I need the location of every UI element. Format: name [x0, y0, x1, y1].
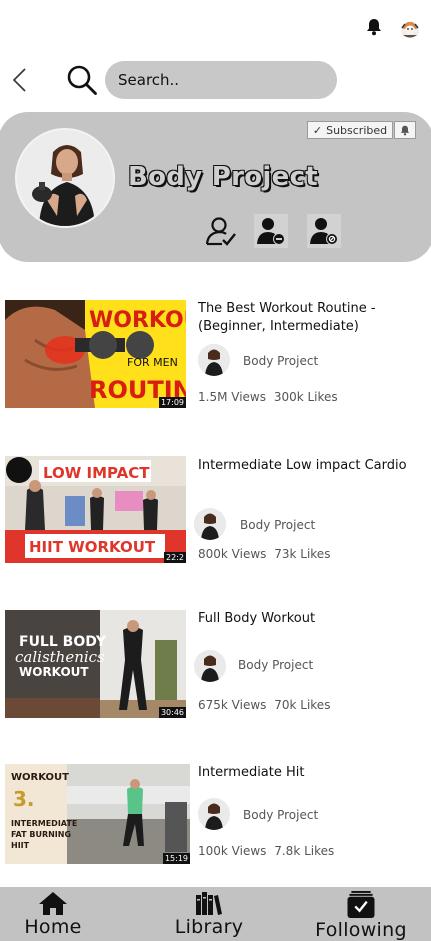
- video-title[interactable]: Intermediate Low impact Cardio: [198, 457, 423, 475]
- video-thumbnail[interactable]: LOW IMPACT HIIT WORKOUT 22:2: [5, 456, 186, 563]
- video-channel-name[interactable]: Body Project: [243, 808, 318, 822]
- thumbnail-text: calisthenics: [15, 648, 105, 666]
- bottom-navigation: Home Library Following: [0, 887, 431, 941]
- nav-following[interactable]: Following: [308, 887, 414, 941]
- channel-avatar-small[interactable]: [198, 798, 230, 830]
- channel-avatar-small[interactable]: [198, 344, 230, 376]
- video-duration: 15:19: [162, 853, 190, 864]
- video-title[interactable]: Intermediate Hit: [198, 764, 423, 782]
- thumbnail-text: WORKOUT: [19, 665, 89, 679]
- video-title[interactable]: Full Body Workout: [198, 610, 423, 628]
- nav-label: Following: [315, 919, 407, 941]
- video-likes: 300k Likes: [273, 390, 338, 404]
- video-channel-name[interactable]: Body Project: [240, 518, 315, 532]
- thumbnail-text: FAT BURNING: [11, 830, 71, 839]
- user-block-icon: [310, 218, 338, 245]
- thumbnail-text: WORKOUT: [89, 308, 186, 333]
- following-check-icon: [347, 891, 375, 918]
- nav-home[interactable]: Home: [18, 887, 88, 941]
- library-books-icon: [196, 892, 222, 915]
- channel-name: Body Project: [128, 162, 319, 192]
- notification-toggle-button[interactable]: [394, 121, 416, 139]
- thumbnail-text: HIIT WORKOUT: [29, 538, 156, 556]
- home-icon: [39, 892, 67, 915]
- block-user-button[interactable]: [307, 214, 341, 248]
- video-channel-name[interactable]: Body Project: [243, 354, 318, 368]
- bell-icon: [400, 125, 410, 135]
- top-bar: [0, 14, 431, 42]
- video-thumbnail[interactable]: WORKOUT FOR MEN ROUTINE 17:09: [5, 300, 186, 408]
- user-minus-icon: [257, 218, 285, 245]
- video-likes: 7.8k Likes: [274, 844, 335, 858]
- video-item[interactable]: FULL BODY calisthenics WORKOUT 30:46 Ful…: [0, 610, 431, 730]
- channel-avatar-small[interactable]: [194, 508, 226, 540]
- video-views: 675k Views: [198, 698, 267, 712]
- video-stats: 1.5M Views 300k Likes: [198, 390, 338, 404]
- thumbnail-text: HIIT: [11, 841, 30, 850]
- user-avatar[interactable]: [398, 14, 422, 40]
- video-duration: 22:2: [164, 552, 186, 563]
- search-input[interactable]: [105, 61, 337, 99]
- video-thumbnail[interactable]: FULL BODY calisthenics WORKOUT 30:46: [5, 610, 186, 718]
- video-views: 800k Views: [198, 547, 267, 561]
- search-icon[interactable]: [66, 64, 98, 96]
- nav-label: Library: [174, 916, 244, 938]
- video-thumbnail[interactable]: WORKOUT 3. INTERMEDIATE FAT BURNING HIIT…: [5, 764, 190, 864]
- nav-library[interactable]: Library: [168, 887, 250, 941]
- search-row: [0, 58, 431, 102]
- channel-header-card: Body Project ✓ Subscribed: [0, 112, 431, 262]
- video-stats: 800k Views 73k Likes: [198, 547, 330, 561]
- video-likes: 73k Likes: [274, 547, 331, 561]
- nav-label: Home: [24, 916, 82, 938]
- channel-avatar[interactable]: [15, 128, 115, 228]
- video-likes: 70k Likes: [274, 698, 331, 712]
- subscribed-button[interactable]: ✓ Subscribed: [307, 121, 393, 139]
- remove-user-button[interactable]: [254, 214, 288, 248]
- channel-avatar-small[interactable]: [194, 650, 226, 682]
- user-check-icon: [205, 217, 236, 246]
- video-title[interactable]: The Best Workout Routine - (Beginner, In…: [198, 300, 423, 336]
- video-stats: 675k Views 70k Likes: [198, 698, 330, 712]
- video-item[interactable]: WORKOUT FOR MEN ROUTINE 17:09 The Best W…: [0, 300, 431, 420]
- followed-user-button[interactable]: [204, 214, 238, 248]
- video-duration: 30:46: [158, 707, 186, 718]
- video-item[interactable]: WORKOUT 3. INTERMEDIATE FAT BURNING HIIT…: [0, 764, 431, 884]
- video-duration: 17:09: [158, 397, 186, 408]
- back-arrow-icon[interactable]: [8, 66, 32, 94]
- thumbnail-text: 3.: [13, 787, 35, 811]
- thumbnail-text: WORKOUT: [11, 772, 69, 783]
- thumbnail-text: FOR MEN: [127, 356, 178, 369]
- video-stats: 100k Views 7.8k Likes: [198, 844, 334, 858]
- thumbnail-text: LOW IMPACT: [43, 464, 150, 482]
- video-views: 100k Views: [198, 844, 267, 858]
- subscribed-label: Subscribed: [326, 123, 388, 137]
- notification-bell-icon[interactable]: [364, 17, 384, 37]
- video-views: 1.5M Views: [198, 390, 266, 404]
- check-icon: ✓: [312, 123, 323, 137]
- video-item[interactable]: LOW IMPACT HIIT WORKOUT 22:2 Intermediat…: [0, 456, 431, 576]
- thumbnail-text: INTERMEDIATE: [11, 819, 77, 828]
- video-channel-name[interactable]: Body Project: [238, 658, 313, 672]
